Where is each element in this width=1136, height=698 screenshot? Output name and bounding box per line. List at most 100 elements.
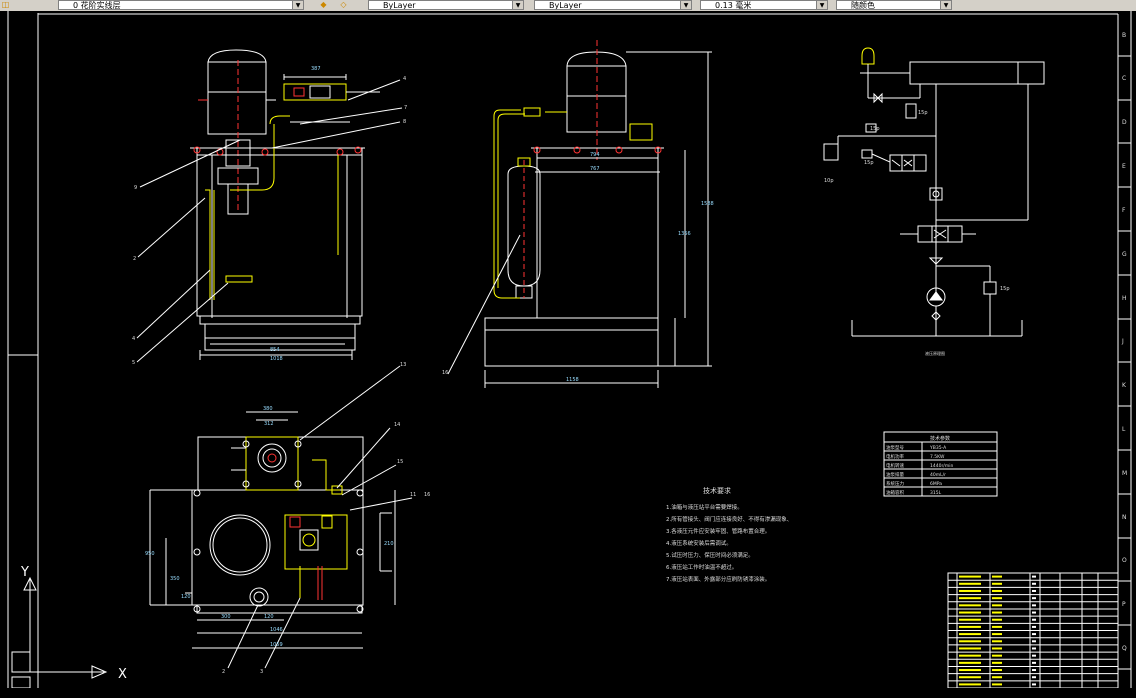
parts-list-cell-mark (959, 633, 981, 636)
dim-text: 1059 (270, 642, 283, 648)
lineweight-dropdown[interactable]: 0.13 毫米 ▼ (700, 0, 828, 10)
balloon-label: 15 (397, 459, 403, 465)
parts-list-cell-mark (959, 640, 981, 643)
svg-text:7: 7 (404, 105, 407, 111)
drawing-frame (7, 11, 1132, 688)
spec-key: 油泵排量 (886, 471, 904, 478)
parts-list-cell-mark (1032, 618, 1036, 621)
schematic-labels: 15p 15p 10p 15p 15p 液压原理图 (824, 110, 1010, 356)
dim-text: 1588 (701, 201, 714, 207)
valve-label: 15p (864, 160, 874, 166)
parts-list-cell-mark (959, 575, 981, 578)
parts-list-cell-mark (992, 633, 1002, 636)
parts-list-cell-mark (992, 661, 1002, 664)
tech-req-title: 技术要求 (703, 486, 731, 495)
valve-label: 15p (918, 110, 928, 116)
parts-list-cell-mark (959, 589, 981, 592)
parts-list-cell-mark (992, 640, 1002, 643)
spec-key: 系统压力 (886, 480, 904, 487)
parts-list-cell-mark (992, 676, 1002, 679)
front-view-balloons: 4 7 8 9 2 4 5 (132, 76, 407, 366)
border-letter: P (1122, 601, 1126, 608)
spec-table-title: 技术参数 (930, 435, 950, 442)
ucs-icon (11, 576, 108, 688)
dim-text: 120 (264, 614, 274, 620)
drawing-canvas[interactable]: B C D E F G H J K L M N O P Q 387 1018 8… (0, 11, 1136, 688)
chevron-down-icon[interactable]: ▼ (292, 1, 303, 9)
dim-text: 387 (311, 66, 321, 72)
tech-requirements: 技术要求 1.油箱与液压站平台需要焊接。 2.所有管接头、阀门应连接良好、不得有… (666, 486, 792, 583)
dim-text: 312 (264, 421, 274, 427)
tech-req-item: 5.试压时压力、保压时间必须满足。 (666, 551, 754, 559)
parts-list-cell-mark (992, 683, 1002, 686)
layer-previous-icon[interactable]: ◇ (338, 0, 349, 10)
parts-list-cell-mark (1032, 625, 1036, 628)
dim-text: 854 (270, 347, 280, 353)
spec-val: YB35-A (929, 445, 947, 451)
make-current-layer-icon[interactable]: ◆ (318, 0, 329, 10)
command-line-area[interactable] (0, 688, 950, 698)
top-view[interactable] (149, 365, 413, 669)
dim-text: 1158 (566, 377, 579, 383)
balloon-label: 2 (222, 669, 225, 675)
border-letter: K (1122, 382, 1127, 389)
layer-state-icon[interactable]: ◫ (0, 0, 11, 10)
dim-text: 380 (263, 406, 273, 412)
spec-key: 油箱容积 (886, 489, 904, 496)
dim-text: 300 (221, 614, 231, 620)
border-letter: B (1122, 32, 1126, 39)
dim-text: 1046 (270, 627, 283, 633)
parts-list-cell-mark (1032, 582, 1036, 585)
front-view[interactable] (136, 49, 403, 363)
balloon-label: 3 (260, 669, 263, 675)
balloon-label: 11 (410, 492, 416, 498)
chevron-down-icon[interactable]: ▼ (940, 1, 951, 9)
border-letter: E (1122, 163, 1126, 170)
layer-name: 0 花阶实线层 (73, 1, 121, 10)
parts-list-cell-mark (959, 604, 981, 607)
spec-key: 油泵型号 (886, 444, 904, 451)
spec-val: 1440r/min (930, 463, 953, 469)
parts-list-cell-mark (992, 618, 1002, 621)
balloon-label: 16 (424, 492, 430, 498)
linetype-dropdown[interactable]: ByLayer ▼ (534, 0, 692, 10)
valve-label: 10p (824, 178, 834, 184)
border-letter: J (1121, 338, 1124, 345)
hydraulic-schematic[interactable] (823, 47, 1045, 337)
dim-text: 767 (590, 166, 600, 172)
border-letters: B C D E F G H J K L M N O P Q (1121, 32, 1127, 652)
ucs-labels: Y X (20, 565, 127, 682)
border-letter: G (1122, 251, 1127, 258)
parts-list-cell-mark (1032, 676, 1036, 679)
parts-list-cell-mark (992, 611, 1002, 614)
parts-list-cell-mark (992, 604, 1002, 607)
border-letter: C (1122, 75, 1126, 82)
spec-val: 7.5KW (930, 454, 945, 460)
dim-text: 794 (590, 152, 600, 158)
svg-text:2: 2 (133, 256, 136, 262)
spec-key: 电机功率 (886, 453, 904, 460)
layer-dropdown[interactable]: 0 花阶实线层 ▼ (58, 0, 304, 10)
tech-req-item: 4.液压系统安装后需调试。 (666, 539, 732, 547)
color-dropdown[interactable]: ByLayer ▼ (368, 0, 524, 10)
side-view[interactable] (447, 40, 712, 388)
parts-list-cell-mark (992, 654, 1002, 657)
tech-req-item: 7.液压站表面、外露部分应刷防锈漆涂装。 (666, 575, 770, 583)
parts-list-cell-mark (992, 647, 1002, 650)
parts-list-cell-mark (992, 625, 1002, 628)
parts-list-cell-mark (959, 618, 981, 621)
plotstyle-dropdown[interactable]: 随颜色 ▼ (836, 0, 952, 10)
schematic-caption: 液压原理图 (925, 350, 945, 356)
chevron-down-icon[interactable]: ▼ (680, 1, 691, 9)
spec-val: 315L (930, 490, 942, 496)
lineweight-value: 0.13 毫米 (715, 1, 752, 10)
front-view-dimensions: 387 1018 854 (270, 66, 321, 362)
parts-list-cell-mark (992, 669, 1002, 672)
chevron-down-icon[interactable]: ▼ (512, 1, 523, 9)
parts-list-cell-mark (1032, 604, 1036, 607)
valve-label: 15p (870, 126, 880, 132)
chevron-down-icon[interactable]: ▼ (816, 1, 827, 9)
axis-y-label: Y (20, 565, 29, 580)
parts-list-cell-mark (1032, 661, 1036, 664)
parts-list-cell-mark (959, 611, 981, 614)
